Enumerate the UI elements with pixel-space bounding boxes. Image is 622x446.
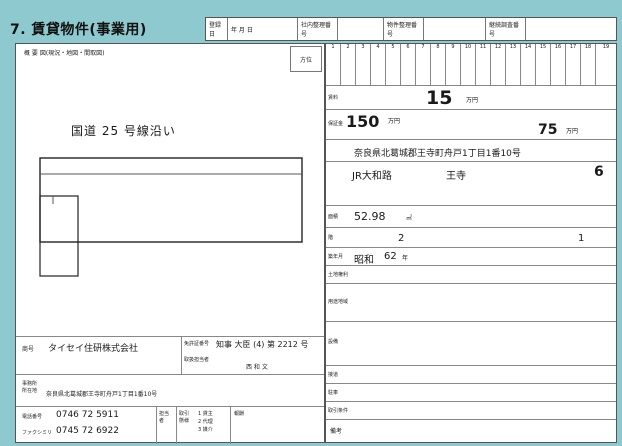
col-19: 19 bbox=[602, 44, 610, 50]
conditions-row: 取引条件 bbox=[326, 402, 616, 420]
direction-box: 方位 bbox=[290, 46, 322, 72]
header-info-box: 登録日 年 月 日 社内整理番号 物件整理番号 継続調査番号 bbox=[205, 17, 617, 41]
equipment-row: 設備 bbox=[326, 322, 616, 366]
col-4: 4 bbox=[371, 44, 386, 85]
property-no-value bbox=[424, 18, 486, 40]
license-label: 免許証番号 bbox=[184, 341, 210, 347]
staff-name: 西 和 文 bbox=[246, 364, 268, 371]
deal-option-1: 1 貸主 bbox=[198, 411, 213, 417]
col-5: 5 bbox=[386, 44, 401, 85]
fax-value: 0745 72 6922 bbox=[56, 426, 119, 436]
area-unit: ㎡ bbox=[406, 215, 413, 222]
transport-walk: 6 bbox=[594, 164, 604, 180]
rent-label: 賃料 bbox=[328, 95, 339, 101]
company-label: 商号 bbox=[22, 346, 35, 353]
land-rights-row: 土地権利 bbox=[326, 266, 616, 284]
equipment-label: 設備 bbox=[328, 339, 339, 345]
road-label: 国道 25 号線沿い bbox=[71, 124, 176, 138]
conditions-label: 取引条件 bbox=[328, 408, 349, 414]
license-value: 知事 大臣 (4) 第 2212 号 bbox=[216, 340, 309, 349]
col-2: 2 bbox=[341, 44, 356, 85]
zoning-row: 用途地域 bbox=[326, 284, 616, 322]
col-7: 7 bbox=[416, 44, 431, 85]
col-16: 16 bbox=[551, 44, 566, 85]
address-row: 奈良県北葛城郡王寺町舟戸1丁目1番10号 bbox=[326, 140, 616, 162]
company-address: 奈良県北葛城郡王寺町舟戸1丁目1番10号 bbox=[46, 391, 158, 398]
deposit-row: 保証金 150 万円 75 万円 bbox=[326, 110, 616, 140]
deposit-unit: 万円 bbox=[388, 118, 401, 125]
survey-no-label: 継続調査番号 bbox=[486, 18, 526, 40]
built-row: 築年月 昭和 62 年 bbox=[326, 248, 616, 266]
built-suffix: 年 bbox=[402, 255, 409, 262]
floor-row: 階 2 1 bbox=[326, 228, 616, 248]
amortization-value: 75 bbox=[538, 122, 558, 138]
land-rights-label: 土地権利 bbox=[328, 272, 349, 278]
internal-no-label: 社内整理番号 bbox=[298, 18, 338, 40]
registered-date: 年 月 日 bbox=[228, 18, 298, 40]
parking-label: 駐車 bbox=[328, 390, 339, 396]
right-sheet: 1 2 3 4 5 6 7 8 9 10 11 12 13 14 15 16 1… bbox=[325, 43, 617, 443]
page-title: 7. 賃貸物件(事業用) bbox=[10, 22, 147, 38]
transport-station: 王寺 bbox=[446, 171, 466, 182]
tel-label: 電話番号 bbox=[22, 414, 43, 420]
fax-label: ファクシミリ bbox=[22, 430, 53, 436]
area-row: 面積 52.98 ㎡ bbox=[326, 206, 616, 228]
floor-value: 2 bbox=[398, 233, 405, 244]
rent-unit: 万円 bbox=[466, 97, 479, 104]
col-13: 13 bbox=[506, 44, 521, 85]
registered-label: 登録日 bbox=[206, 18, 228, 40]
col-17: 17 bbox=[566, 44, 581, 85]
remarks-label: 備考 bbox=[330, 428, 343, 435]
role-label: 担当者 bbox=[159, 411, 170, 424]
deal-option-2: 2 代理 bbox=[198, 419, 213, 425]
built-year: 62 bbox=[384, 251, 397, 262]
property-address: 奈良県北葛城郡王寺町舟戸1丁目1番10号 bbox=[354, 149, 521, 159]
floor-value-2: 1 bbox=[578, 233, 585, 244]
area-label: 面積 bbox=[328, 214, 339, 220]
amortization-unit: 万円 bbox=[566, 128, 579, 135]
built-era: 昭和 bbox=[354, 255, 374, 266]
tel-value: 0746 72 5911 bbox=[56, 410, 119, 420]
transport-row: JR大和路 王寺 6 bbox=[326, 162, 616, 206]
company-name: タイセイ住研株式会社 bbox=[48, 344, 139, 354]
property-no-label: 物件整理番号 bbox=[384, 18, 424, 40]
survey-no-value bbox=[526, 18, 616, 40]
map-label: 概 要 図(現況・地図・間取図) bbox=[24, 50, 105, 57]
deal-label: 取引態様 bbox=[179, 411, 190, 424]
col-12: 12 bbox=[491, 44, 506, 85]
parking-row: 駐車 bbox=[326, 384, 616, 402]
col-15: 15 bbox=[536, 44, 551, 85]
col-14: 14 bbox=[521, 44, 536, 85]
floor-plan bbox=[39, 157, 303, 277]
area-value: 52.98 bbox=[354, 210, 386, 223]
internal-no-value bbox=[338, 18, 384, 40]
road-access-label: 接道 bbox=[328, 372, 339, 378]
address-label: 事務所所在地 bbox=[22, 381, 38, 394]
col-11: 11 bbox=[476, 44, 491, 85]
road-access-row: 接道 bbox=[326, 366, 616, 384]
rent-value: 15 bbox=[426, 87, 453, 109]
col-18: 18 bbox=[581, 44, 596, 85]
floor-label: 階 bbox=[328, 235, 334, 241]
staff-label: 取扱担当者 bbox=[184, 357, 210, 363]
col-9: 9 bbox=[446, 44, 461, 85]
deposit-value: 150 bbox=[346, 112, 380, 131]
direction-label: 方位 bbox=[299, 57, 312, 64]
column-header: 1 2 3 4 5 6 7 8 9 10 11 12 13 14 15 16 1… bbox=[326, 44, 616, 86]
fee-label: 報酬 bbox=[234, 411, 245, 417]
deposit-label: 保証金 bbox=[328, 121, 344, 127]
col-8: 8 bbox=[431, 44, 446, 85]
transport-line: JR大和路 bbox=[352, 171, 392, 182]
col-6: 6 bbox=[401, 44, 416, 85]
remarks-row: 備考 bbox=[326, 420, 616, 442]
deal-option-3: 3 媒介 bbox=[198, 427, 213, 433]
left-sheet: 概 要 図(現況・地図・間取図) 方位 国道 25 号線沿い 商号 タイセイ住研… bbox=[15, 43, 325, 444]
zoning-label: 用途地域 bbox=[328, 299, 349, 305]
col-1: 1 bbox=[326, 44, 341, 85]
col-10: 10 bbox=[461, 44, 476, 85]
rent-row: 賃料 15 万円 bbox=[326, 86, 616, 110]
col-3: 3 bbox=[356, 44, 371, 85]
built-label: 築年月 bbox=[328, 254, 344, 260]
